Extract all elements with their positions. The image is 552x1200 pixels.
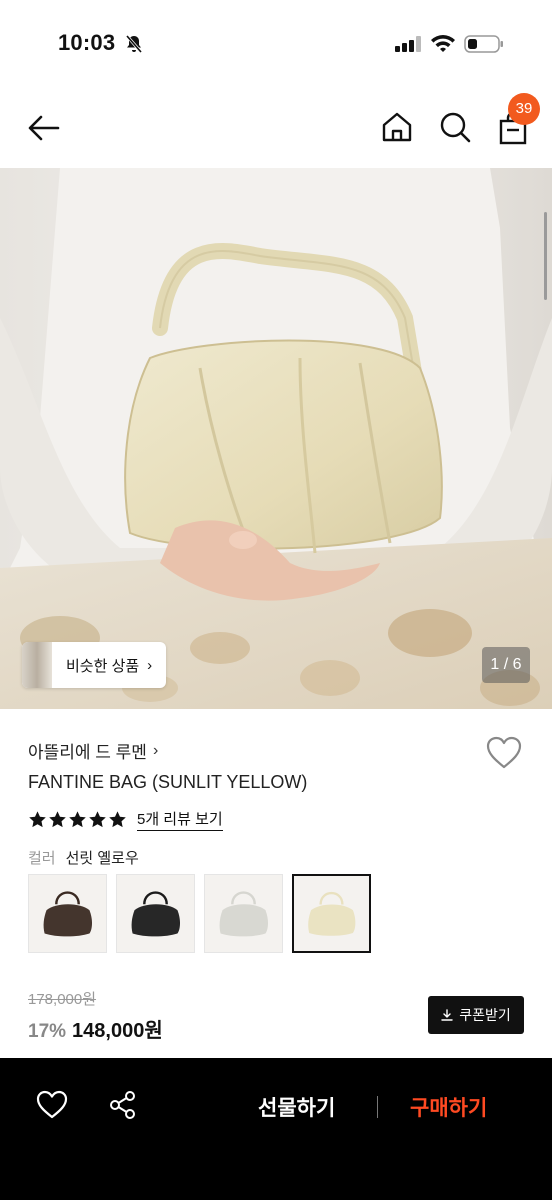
color-swatch-black[interactable] bbox=[116, 874, 195, 953]
cart-count-badge: 39 bbox=[508, 93, 540, 125]
color-swatch-sunlit-yellow[interactable] bbox=[292, 874, 371, 953]
rating-row: 5개 리뷰 보기 bbox=[28, 808, 223, 831]
star-icon bbox=[29, 811, 46, 828]
price-row: 17% 148,000원 bbox=[28, 1014, 163, 1043]
get-coupon-label: 쿠폰받기 bbox=[459, 1007, 511, 1023]
search-icon[interactable] bbox=[438, 110, 472, 144]
buy-button[interactable]: 구매하기 bbox=[410, 1092, 487, 1122]
star-icon bbox=[49, 811, 66, 828]
similar-products-thumbnail bbox=[22, 642, 52, 688]
brand-name: 아뜰리에 드 루멘 bbox=[28, 743, 147, 762]
color-label: 컬러 bbox=[28, 850, 56, 867]
star-rating bbox=[28, 810, 127, 829]
back-arrow-icon[interactable] bbox=[26, 110, 62, 146]
color-swatches bbox=[28, 874, 371, 953]
product-photo bbox=[0, 168, 552, 709]
wishlist-heart-icon[interactable] bbox=[486, 736, 522, 770]
get-coupon-button[interactable]: 쿠폰받기 bbox=[428, 996, 524, 1034]
chevron-right-icon: › bbox=[147, 656, 153, 674]
gift-button[interactable]: 선물하기 bbox=[258, 1092, 335, 1122]
download-icon bbox=[441, 1009, 453, 1021]
wifi-icon bbox=[431, 35, 455, 52]
swatch-bag-image bbox=[219, 891, 269, 937]
divider bbox=[377, 1096, 378, 1118]
swatch-bag-image bbox=[131, 891, 181, 937]
review-link[interactable]: 5개 리뷰 보기 bbox=[137, 808, 223, 831]
scrollbar[interactable] bbox=[544, 212, 547, 300]
chevron-right-icon: › bbox=[152, 741, 159, 759]
bell-off-icon bbox=[125, 35, 143, 53]
product-image-carousel[interactable]: 비슷한 상품 › 1 / 6 bbox=[0, 168, 552, 709]
product-name: FANTINE BAG (SUNLIT YELLOW) bbox=[28, 772, 308, 792]
color-swatch-silver[interactable] bbox=[204, 874, 283, 953]
color-option-row: 컬러 선릿 옐로우 bbox=[28, 847, 139, 868]
color-swatch-dark-brown[interactable] bbox=[28, 874, 107, 953]
similar-products-button[interactable]: 비슷한 상품 › bbox=[22, 642, 167, 688]
status-bar: 10:03 bbox=[0, 0, 552, 90]
star-icon bbox=[89, 811, 106, 828]
star-icon bbox=[109, 811, 126, 828]
cellular-signal-icon bbox=[395, 36, 421, 52]
status-time: 10:03 bbox=[58, 30, 116, 55]
star-icon bbox=[69, 811, 86, 828]
swatch-bag-image bbox=[43, 891, 93, 937]
app-header: 39 bbox=[0, 90, 552, 168]
swatch-bag-image bbox=[308, 891, 356, 936]
image-page-indicator: 1 / 6 bbox=[482, 647, 530, 683]
battery-icon bbox=[464, 35, 503, 53]
wishlist-heart-icon[interactable] bbox=[36, 1090, 68, 1120]
share-icon[interactable] bbox=[108, 1090, 138, 1120]
original-price: 178,000원 bbox=[28, 991, 97, 1008]
color-value: 선릿 옐로우 bbox=[65, 850, 139, 867]
sale-price: 148,000원 bbox=[72, 1020, 163, 1042]
home-icon[interactable] bbox=[380, 110, 414, 144]
similar-products-label: 비슷한 상품 bbox=[66, 657, 140, 675]
discount-rate: 17% bbox=[28, 1021, 67, 1042]
brand-link[interactable]: 아뜰리에 드 루멘 › bbox=[28, 738, 158, 763]
bottom-action-bar: 선물하기 구매하기 bbox=[0, 1058, 552, 1200]
